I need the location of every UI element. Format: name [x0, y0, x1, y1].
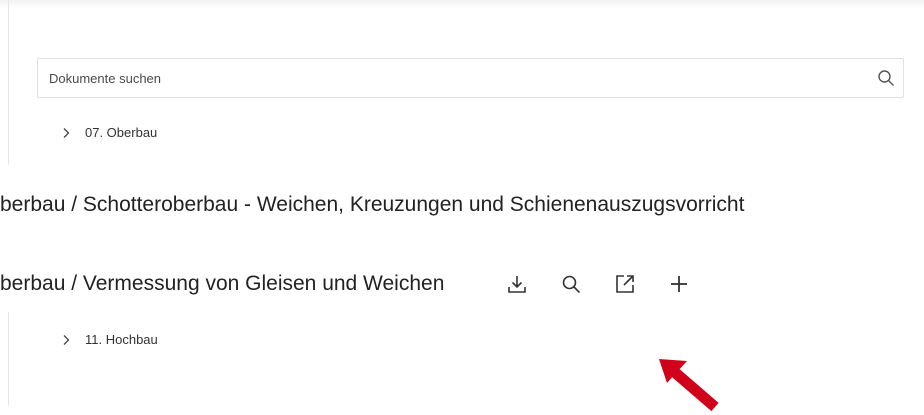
tree-item-label: 07. Oberbau — [85, 124, 158, 140]
download-icon[interactable] — [504, 271, 530, 297]
open-external-icon[interactable] — [612, 271, 638, 297]
chevron-right-icon[interactable] — [60, 333, 72, 345]
document-search-box[interactable] — [37, 58, 904, 98]
annotation-arrow-icon — [659, 359, 719, 412]
tree-item-oberbau[interactable]: 07. Oberbau — [60, 122, 157, 142]
panel-divider — [8, 312, 9, 406]
document-title-line[interactable]: berbau / Schotteroberbau - Weichen, Kreu… — [0, 193, 744, 217]
panel-shadow — [0, 0, 924, 8]
document-search-input[interactable] — [38, 59, 858, 97]
document-panel-top: 07. Oberbau — [0, 0, 924, 165]
tree-item-hochbau[interactable]: 11. Hochbau — [60, 329, 158, 349]
search-icon[interactable] — [558, 271, 584, 297]
document-panel-bottom: 11. Hochbau — [0, 312, 924, 406]
document-action-bar — [504, 271, 720, 297]
tree-item-label: 11. Hochbau — [85, 331, 158, 347]
chevron-right-icon[interactable] — [60, 126, 72, 138]
panel-divider — [8, 0, 9, 165]
document-title-line[interactable]: berbau / Vermessung von Gleisen und Weic… — [0, 272, 444, 296]
plus-icon[interactable] — [666, 271, 692, 297]
search-icon[interactable] — [876, 68, 896, 88]
